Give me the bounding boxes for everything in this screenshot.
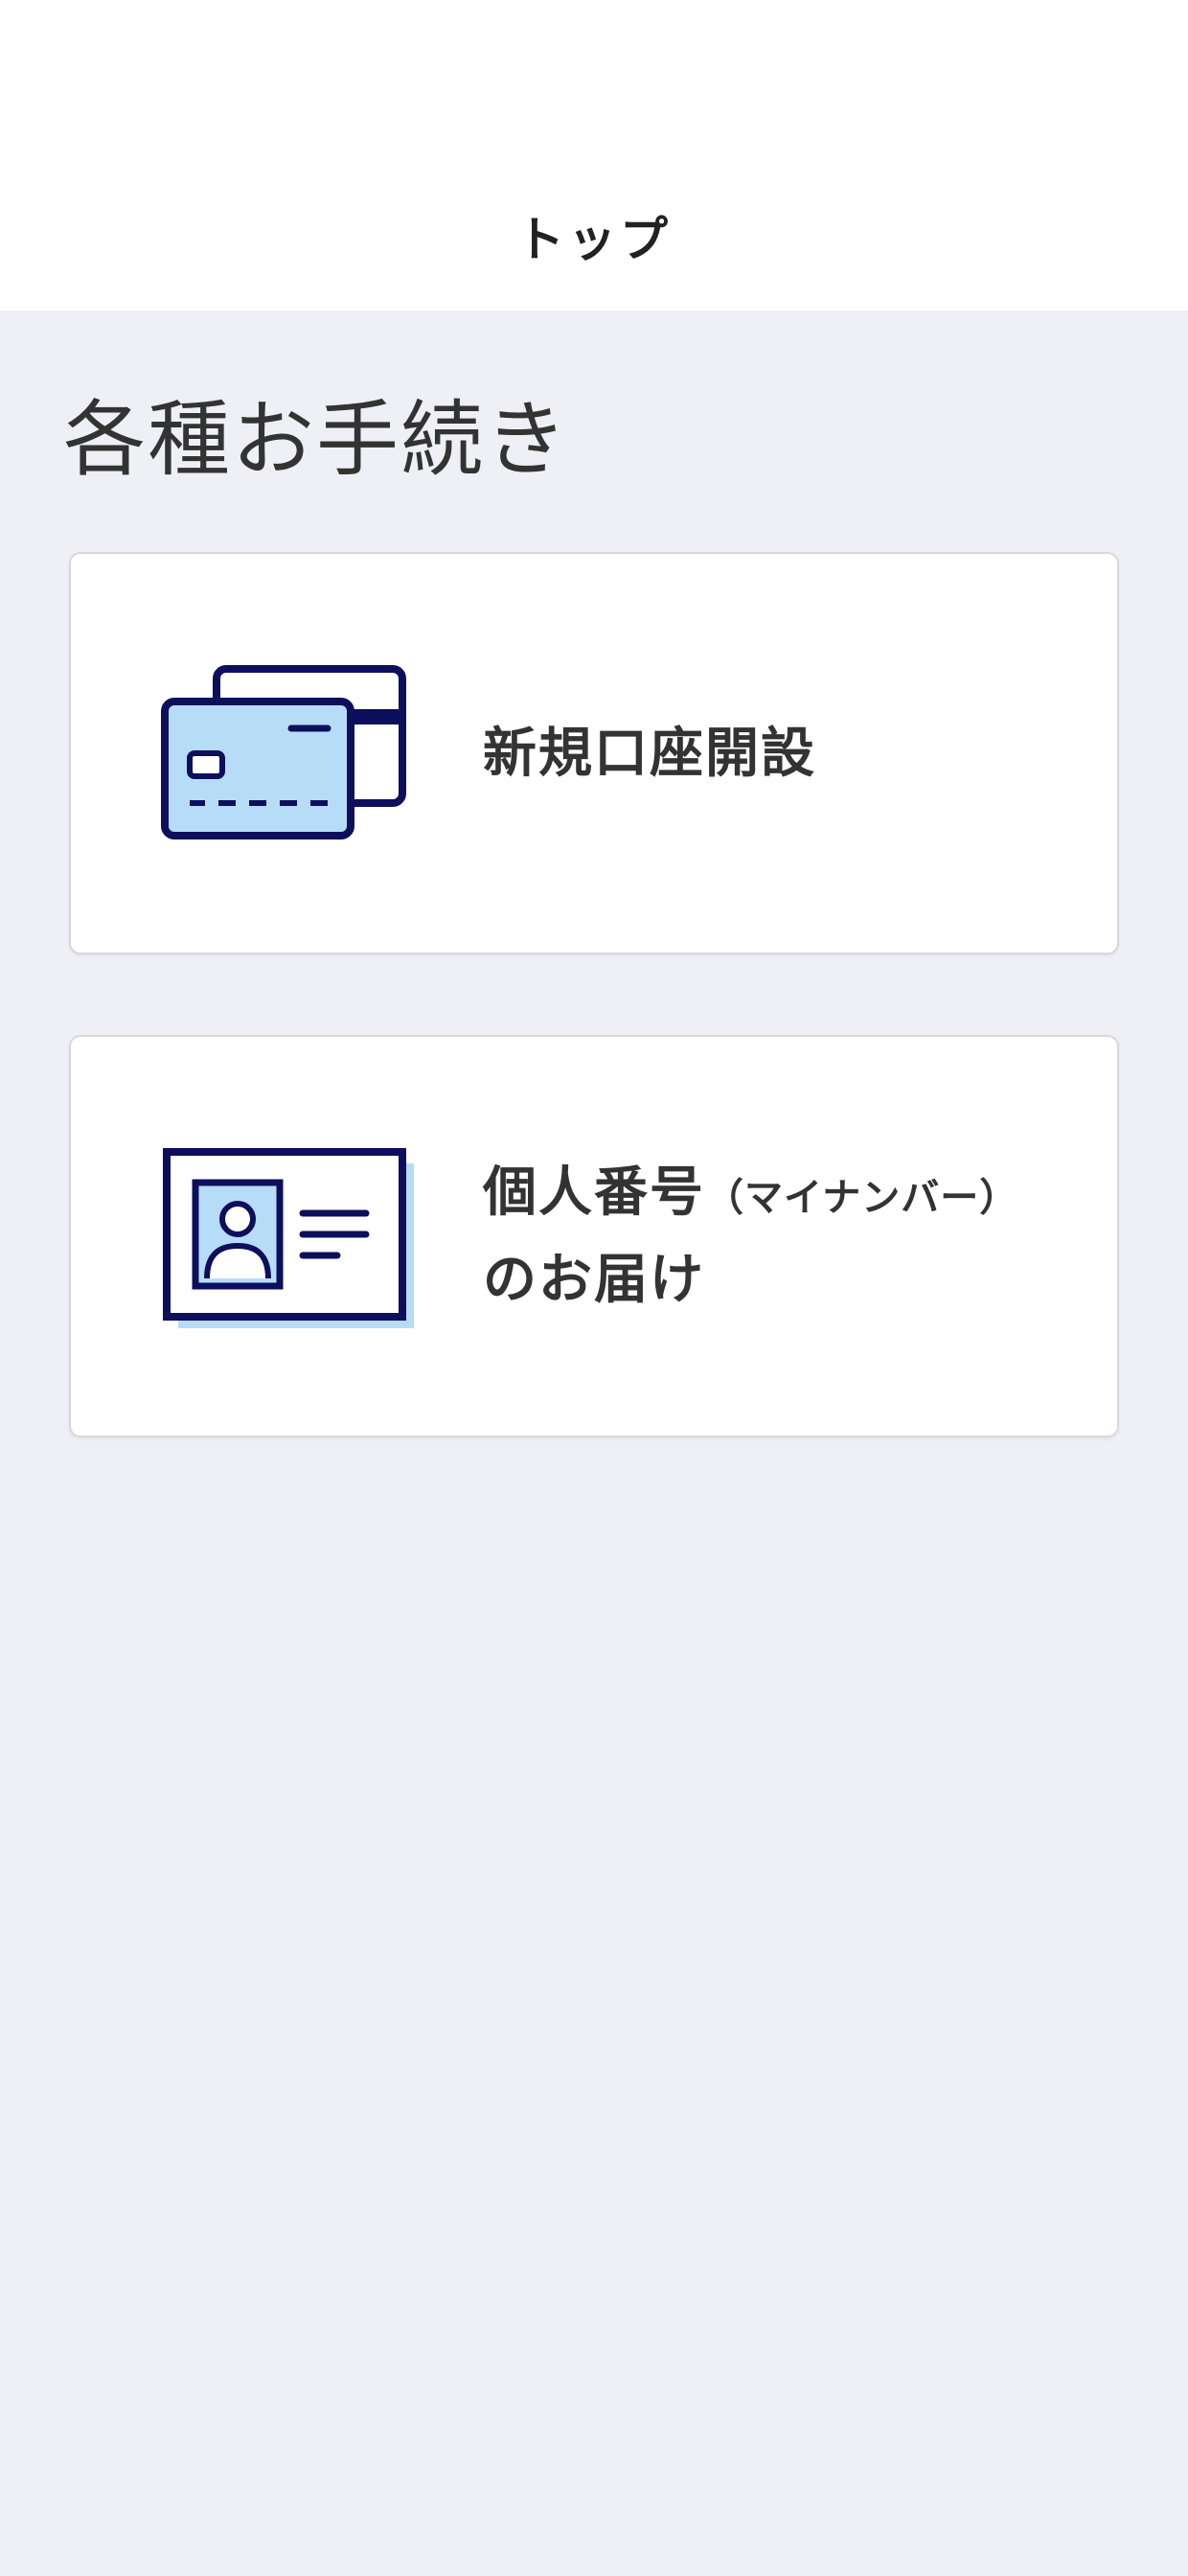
- page-title: 各種お手続き: [63, 392, 569, 488]
- header-title: トップ: [516, 212, 672, 267]
- id-card-icon: [163, 1148, 414, 1328]
- my-number-submission-card[interactable]: 個人番号（マイナンバー） のお届け: [69, 1035, 1119, 1438]
- my-number-submission-label: 個人番号（マイナンバー） のお届け: [483, 1152, 1018, 1322]
- top-header: トップ: [0, 0, 1188, 310]
- credit-card-icon: [161, 665, 406, 840]
- label-sub: （マイナンバー）: [705, 1176, 1019, 1220]
- label-main: 個人番号: [483, 1162, 705, 1224]
- label-line2: のお届け: [483, 1249, 705, 1311]
- new-account-opening-card[interactable]: 新規口座開設: [69, 552, 1119, 954]
- new-account-opening-label: 新規口座開設: [483, 723, 816, 785]
